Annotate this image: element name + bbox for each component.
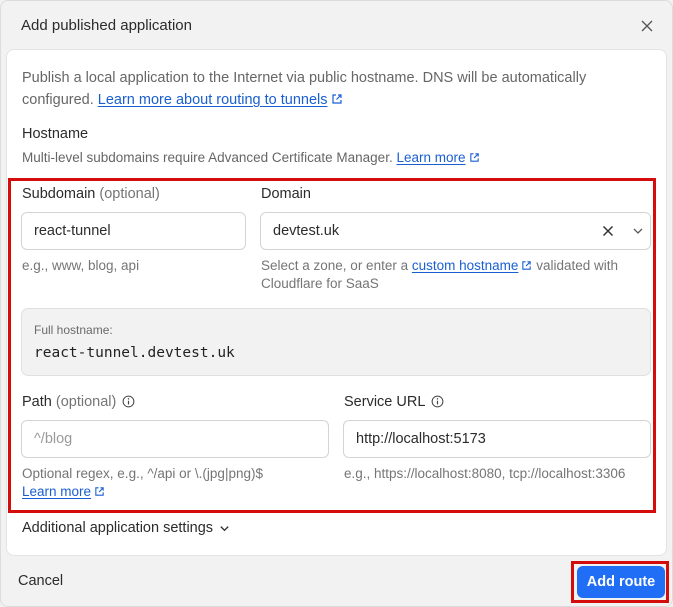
- external-link-icon: [95, 487, 104, 496]
- subdomain-help: e.g., www, blog, api: [22, 258, 140, 273]
- custom-hostname-link[interactable]: custom hostname: [412, 258, 519, 273]
- service-url-label: Service URL: [344, 394, 444, 410]
- external-link-icon: [522, 261, 532, 270]
- additional-settings-label: Additional application settings: [22, 520, 214, 536]
- domain-controls: [602, 223, 644, 239]
- chevron-down-icon[interactable]: [632, 225, 644, 237]
- dialog-title: Add published application: [21, 17, 192, 34]
- intro-text: Publish a local application to the Inter…: [22, 70, 587, 108]
- external-link-icon: [469, 153, 479, 162]
- service-url-input[interactable]: http://localhost:5173: [343, 420, 651, 458]
- full-hostname-value: react-tunnel.devtest.uk: [34, 345, 235, 361]
- hostname-heading: Hostname: [22, 126, 89, 142]
- domain-select[interactable]: devtest.uk: [260, 212, 651, 250]
- path-learn-more: Learn more: [22, 483, 105, 501]
- close-button[interactable]: [637, 16, 657, 36]
- subdomain-label: Subdomain (optional): [22, 186, 160, 202]
- path-learn-more-link[interactable]: Learn more: [22, 484, 91, 499]
- domain-help: Select a zone, or enter a custom hostnam…: [261, 258, 618, 291]
- domain-value: devtest.uk: [273, 223, 340, 239]
- domain-label: Domain: [261, 186, 311, 202]
- routing-learn-more-link[interactable]: Learn more about routing to tunnels: [98, 92, 328, 108]
- path-help: Optional regex, e.g., ^/api or \.(jpg|pn…: [22, 466, 263, 481]
- acm-learn-more-link[interactable]: Learn more: [396, 150, 465, 165]
- add-route-button[interactable]: Add route: [577, 566, 665, 598]
- clear-icon[interactable]: [602, 225, 614, 237]
- service-url-help: e.g., https://localhost:8080, tcp://loca…: [344, 466, 626, 481]
- chevron-down-icon: [220, 525, 229, 531]
- dialog: Add published application Publish a loca…: [0, 0, 673, 607]
- full-hostname-label: Full hostname:: [34, 323, 113, 337]
- info-icon[interactable]: [122, 395, 135, 408]
- info-icon[interactable]: [431, 395, 444, 408]
- additional-settings-toggle[interactable]: Additional application settings: [22, 520, 230, 536]
- hostname-description: Multi-level subdomains require Advanced …: [22, 150, 480, 165]
- cancel-button[interactable]: Cancel: [18, 573, 63, 589]
- path-input[interactable]: ^/blog: [21, 420, 329, 458]
- close-icon: [641, 20, 653, 32]
- path-label: Path (optional): [22, 394, 135, 410]
- external-link-icon: [331, 94, 342, 104]
- full-hostname-box: Full hostname: react-tunnel.devtest.uk: [21, 308, 651, 376]
- subdomain-input[interactable]: react-tunnel: [21, 212, 246, 250]
